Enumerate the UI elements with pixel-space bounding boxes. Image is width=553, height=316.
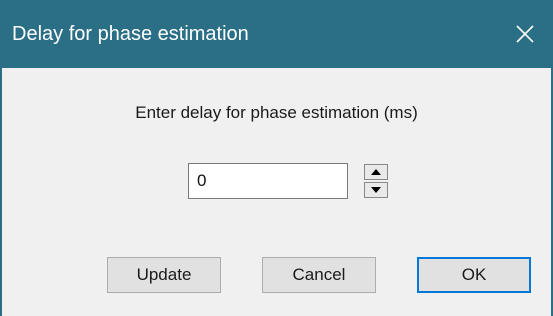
close-icon <box>516 25 534 43</box>
title-bar[interactable]: Delay for phase estimation <box>0 0 553 68</box>
spinner-up-button[interactable] <box>364 164 388 180</box>
delay-spinner <box>364 163 390 199</box>
chevron-up-icon <box>371 169 381 175</box>
delay-input[interactable] <box>188 163 348 199</box>
dialog-window: Delay for phase estimation Enter delay f… <box>0 0 553 316</box>
chevron-down-icon <box>371 187 381 193</box>
ok-button[interactable]: OK <box>417 257 531 293</box>
delay-prompt-label: Enter delay for phase estimation (ms) <box>135 103 418 122</box>
window-title: Delay for phase estimation <box>12 23 249 45</box>
update-button[interactable]: Update <box>107 257 221 293</box>
cancel-button[interactable]: Cancel <box>262 257 376 293</box>
close-button[interactable] <box>505 14 545 54</box>
spinner-down-button[interactable] <box>364 182 388 198</box>
